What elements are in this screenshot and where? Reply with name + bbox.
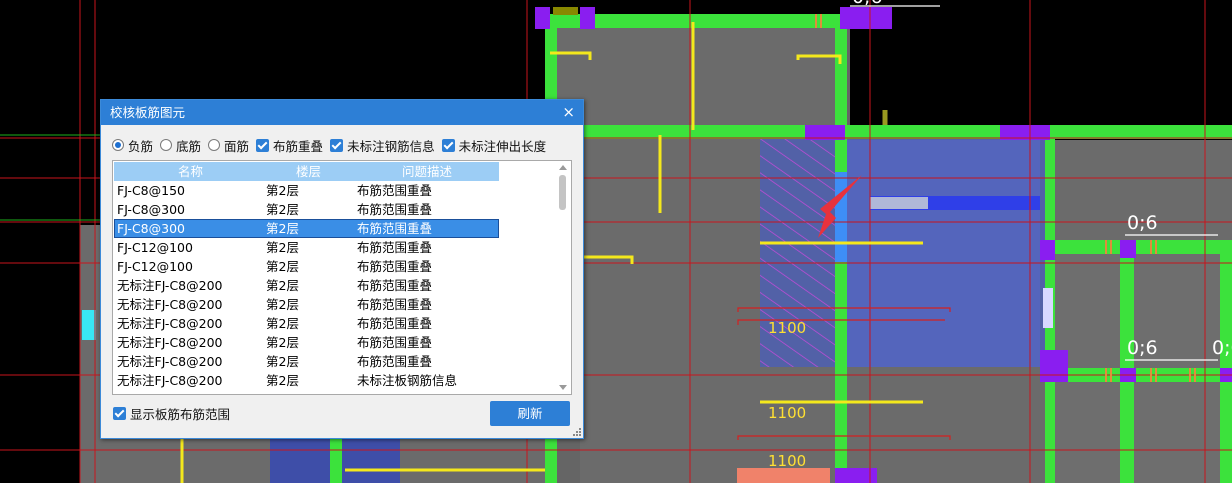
checkbox-unlabeled-length[interactable]: 未标注伸出长度 [441, 136, 547, 155]
show-range-checkbox[interactable]: 显示板筋布筋范围 [113, 404, 230, 423]
cell-floor: 第2层 [266, 259, 299, 274]
radio-on-icon [112, 139, 124, 151]
dialog-title: 校核板筋图元 [110, 105, 186, 120]
beam-segment [835, 172, 847, 262]
cell-desc: 未标注板钢筋信息 [357, 373, 458, 388]
checkbox-checked-icon [330, 138, 344, 152]
radio-off-icon [208, 139, 221, 151]
dim-label-6: 1100 [768, 404, 806, 422]
refresh-button[interactable]: 刷新 [490, 401, 570, 426]
scroll-up-icon[interactable] [559, 165, 567, 170]
show-range-label: 显示板筋布筋范围 [130, 407, 231, 422]
scroll-down-icon[interactable] [559, 385, 567, 390]
cell-name: 无标注FJ-C8@200 [117, 335, 223, 350]
column-header-description[interactable]: 问题描述 [402, 162, 452, 181]
cell-desc: 布筋范围重叠 [357, 259, 433, 274]
dim-label-4: 0;6 [852, 0, 883, 8]
cell-floor: 第2层 [266, 240, 299, 255]
table-body: FJ-C8@150 第2层 布筋范围重叠 FJ-C8@300 第2层 布筋范围重叠 FJ-C… [114, 181, 554, 390]
cell-floor: 第2层 [266, 316, 299, 331]
radio-off-icon [160, 139, 173, 151]
vertical-scrollbar[interactable] [555, 161, 571, 394]
cell-desc: 布筋范围重叠 [357, 335, 433, 350]
cell-desc: 布筋范围重叠 [357, 297, 433, 312]
table-row[interactable]: 无标注FJ-C8@200 第2层 布筋范围重叠 [114, 352, 554, 371]
cell-name: FJ-C8@300 [117, 202, 185, 217]
checkbox-checked-icon [441, 138, 455, 152]
cell-floor: 第2层 [266, 278, 299, 293]
scroll-thumb[interactable] [559, 175, 566, 210]
resize-grip-icon[interactable] [573, 428, 581, 436]
dialog-title-bar[interactable]: 校核板筋图元 × [101, 100, 583, 125]
table-row[interactable]: FJ-C12@100 第2层 布筋范围重叠 [114, 238, 554, 257]
table-row[interactable]: 无标注FJ-C8@200 第2层 布筋范围重叠 [114, 333, 554, 352]
cell-floor: 第2层 [266, 297, 299, 312]
table-row[interactable]: FJ-C12@100 第2层 布筋范围重叠 [114, 257, 554, 276]
cell-floor: 第2层 [266, 335, 299, 350]
opening [1043, 288, 1053, 328]
table-header: 名称 楼层 问题描述 [114, 162, 499, 181]
radio-label: 面筋 [224, 138, 250, 154]
cell-floor: 第2层 [266, 373, 299, 388]
cell-floor: 第2层 [266, 221, 299, 236]
table-row[interactable]: FJ-C8@300 第2层 布筋范围重叠 [114, 219, 499, 238]
table-row[interactable]: FJ-C8@150 第2层 布筋范围重叠 [114, 181, 554, 200]
dim-label-5: 1100 [768, 319, 806, 337]
cell-floor: 第2层 [266, 183, 299, 198]
cell-name: FJ-C12@100 [117, 240, 193, 255]
dim-label-1: 0;6 [1127, 212, 1158, 234]
dim-label-3: 0;6 [1212, 337, 1232, 359]
table-row[interactable]: 无标注FJ-C8@200 第2层 布筋范围重叠 [114, 295, 554, 314]
close-icon[interactable]: × [562, 100, 575, 125]
cell-desc: 布筋范围重叠 [357, 354, 433, 369]
dim-label-7: 1100 [768, 452, 806, 470]
checkbox-unlabeled-info[interactable]: 未标注钢筋信息 [330, 136, 435, 155]
checkbox-label: 布筋重叠 [273, 138, 324, 154]
table-row[interactable]: 无标注FJ-C8@200 第2层 未标注板钢筋信息 [114, 371, 554, 390]
radio-top-rebar[interactable]: 面筋 [208, 136, 249, 155]
checkbox-label: 未标注钢筋信息 [347, 138, 435, 154]
cell-name: 无标注FJ-C8@200 [117, 373, 223, 388]
column-header-floor[interactable]: 楼层 [296, 162, 321, 181]
radio-label: 负筋 [128, 138, 154, 154]
cell-desc: 布筋范围重叠 [357, 316, 433, 331]
cell-floor: 第2层 [266, 354, 299, 369]
cell-name: FJ-C12@100 [117, 259, 193, 274]
dim-label-2: 0;6 [1127, 337, 1158, 359]
filter-options: 负筋 底筋 面筋 布筋重叠 未标注钢筋信息 未标注伸出长度 [112, 136, 553, 154]
cell-floor: 第2层 [266, 202, 299, 217]
table-row[interactable]: 无标注FJ-C8@200 第2层 布筋范围重叠 [114, 314, 554, 333]
cell-name: 无标注FJ-C8@200 [117, 278, 223, 293]
cell-name: 无标注FJ-C8@200 [117, 354, 223, 369]
checkbox-checked-icon [113, 407, 126, 420]
radio-negative-rebar[interactable]: 负筋 [112, 136, 153, 155]
cell-name: 无标注FJ-C8@200 [117, 316, 223, 331]
cell-name: FJ-C8@150 [117, 183, 185, 198]
checkbox-label: 未标注伸出长度 [458, 138, 547, 154]
check-slab-rebar-dialog: 校核板筋图元 × 负筋 底筋 面筋 布筋重叠 未标注钢筋信息 未标注伸出长度 名… [100, 99, 584, 439]
cell-desc: 布筋范围重叠 [357, 202, 433, 217]
checkbox-overlap[interactable]: 布筋重叠 [256, 136, 323, 155]
radio-bottom-rebar[interactable]: 底筋 [160, 136, 201, 155]
cell-desc: 布筋范围重叠 [357, 240, 433, 255]
cell-desc: 布筋范围重叠 [357, 221, 433, 236]
cell-name: 无标注FJ-C8@200 [117, 297, 223, 312]
cyan-marker [82, 310, 96, 340]
cell-desc: 布筋范围重叠 [357, 183, 433, 198]
table-row[interactable]: 无标注FJ-C8@200 第2层 布筋范围重叠 [114, 276, 554, 295]
cell-desc: 布筋范围重叠 [357, 278, 433, 293]
radio-label: 底筋 [176, 138, 202, 154]
table-row[interactable]: FJ-C8@300 第2层 布筋范围重叠 [114, 200, 554, 219]
issue-table: 名称 楼层 问题描述 FJ-C8@150 第2层 布筋范围重叠 FJ-C8@300 第2… [112, 160, 572, 395]
orange-element [737, 468, 830, 483]
checkbox-checked-icon [256, 138, 270, 152]
column-header-name[interactable]: 名称 [178, 162, 203, 181]
cell-name: FJ-C8@300 [117, 221, 185, 236]
